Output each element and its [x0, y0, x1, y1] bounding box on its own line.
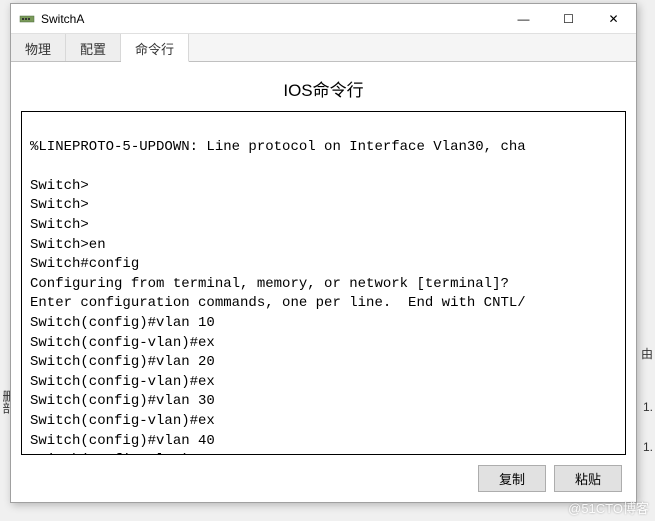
- minimize-button[interactable]: —: [501, 4, 546, 33]
- cli-terminal[interactable]: %LINEPROTO-5-UPDOWN: Line protocol on In…: [22, 112, 625, 454]
- app-window: SwitchA — ☐ ✕ 物理 配置 命令行 IOS命令行 %LINEPROT…: [10, 3, 637, 503]
- tab-physical[interactable]: 物理: [11, 34, 66, 61]
- window-title: SwitchA: [41, 12, 84, 26]
- title-left: SwitchA: [19, 11, 84, 27]
- watermark-text: @51CTO博客: [568, 498, 649, 517]
- tab-cli[interactable]: 命令行: [121, 34, 189, 62]
- tab-bar: 物理 配置 命令行: [11, 34, 636, 62]
- maximize-button[interactable]: ☐: [546, 4, 591, 33]
- tab-config[interactable]: 配置: [66, 34, 121, 61]
- titlebar[interactable]: SwitchA — ☐ ✕: [11, 4, 636, 34]
- terminal-container: %LINEPROTO-5-UPDOWN: Line protocol on In…: [21, 111, 626, 455]
- button-row: 复制 粘贴: [21, 455, 626, 492]
- background-text: 1.: [643, 400, 653, 414]
- copy-button[interactable]: 复制: [478, 465, 546, 492]
- switch-device-icon: [19, 11, 35, 27]
- background-text: 1.: [643, 440, 653, 454]
- paste-button[interactable]: 粘贴: [554, 465, 622, 492]
- background-text: 由: [641, 345, 653, 362]
- window-controls: — ☐ ✕: [501, 4, 636, 33]
- close-button[interactable]: ✕: [591, 4, 636, 33]
- content-area: IOS命令行 %LINEPROTO-5-UPDOWN: Line protoco…: [11, 62, 636, 502]
- content-heading: IOS命令行: [21, 76, 626, 101]
